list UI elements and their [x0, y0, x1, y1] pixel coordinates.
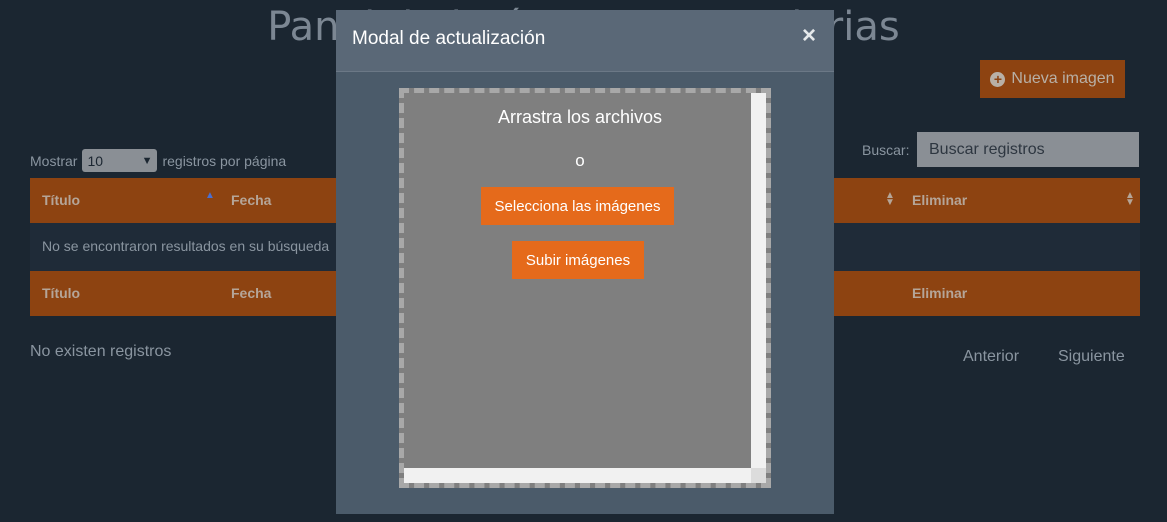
upload-images-button[interactable]: Subir imágenes	[512, 241, 644, 279]
update-modal: Modal de actualización × Arrastra los ar…	[336, 10, 834, 514]
modal-title: Modal de actualización	[352, 28, 546, 49]
close-icon[interactable]: ×	[802, 22, 816, 50]
dropzone[interactable]: Arrastra los archivos o Selecciona las i…	[399, 88, 771, 488]
scrollbar-corner	[751, 468, 766, 483]
horizontal-scrollbar[interactable]	[404, 468, 766, 483]
dropzone-title: Arrastra los archivos	[497, 107, 663, 127]
vertical-scrollbar[interactable]	[751, 93, 766, 483]
select-images-button[interactable]: Selecciona las imágenes	[481, 187, 674, 225]
modal-header: Modal de actualización ×	[336, 10, 834, 72]
or-separator: o	[575, 151, 585, 170]
